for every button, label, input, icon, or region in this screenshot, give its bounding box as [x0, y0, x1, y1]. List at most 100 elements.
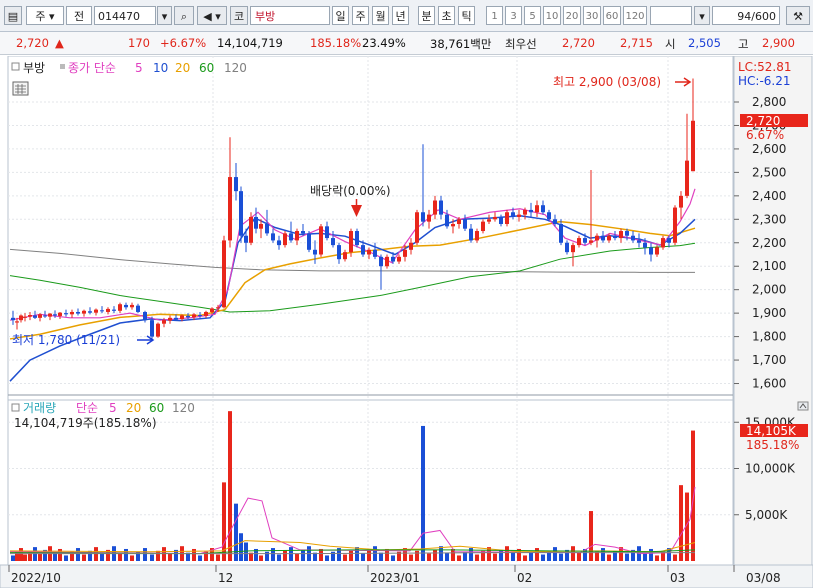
volume-bar — [168, 553, 172, 561]
candle-body — [493, 216, 497, 220]
legend-ma5: 5 — [135, 61, 143, 75]
market-select[interactable]: 주 ▾ — [26, 6, 64, 25]
screen-menu-icon[interactable]: ▤ — [4, 6, 22, 25]
code-dropdown-icon[interactable]: ▾ — [157, 6, 172, 25]
volume-legend-ma60: 60 — [149, 401, 164, 415]
candle-body — [58, 312, 62, 316]
candle-body — [301, 231, 305, 234]
tab-second[interactable]: 초 — [438, 6, 455, 25]
volume-bar — [457, 555, 461, 561]
blank-field[interactable] — [650, 6, 692, 25]
volume-bar — [571, 546, 575, 561]
candle-body — [106, 308, 110, 312]
candle-body — [583, 238, 587, 243]
amount: 38,761백만 — [430, 37, 492, 51]
interval-20[interactable]: 20 — [563, 6, 581, 25]
candle-body — [259, 223, 263, 229]
count-dropdown-icon[interactable]: ▾ — [694, 6, 710, 25]
current-volume-tag: 14,105K — [746, 424, 797, 438]
volume-bar — [577, 552, 581, 561]
volume-legend-ma120: 120 — [172, 401, 195, 415]
candle-body — [331, 238, 335, 246]
quote-bar: 2,720 ▲ 170 +6.67% 14,104,719 185.18% 23… — [0, 32, 813, 55]
tools-icon[interactable]: ⚒ — [786, 6, 810, 25]
volume-bar — [216, 554, 220, 561]
candle-body — [124, 304, 128, 308]
candle-body — [234, 177, 238, 192]
candle-body — [11, 317, 15, 321]
volume-bar — [150, 554, 154, 561]
whole-select-label: 전 — [73, 10, 85, 23]
volume-bar — [355, 547, 359, 561]
tab-minute[interactable]: 분 — [418, 6, 435, 25]
candle-body — [337, 245, 341, 260]
sound-icon[interactable]: ◀ ▾ — [197, 6, 227, 25]
volume-bar — [343, 554, 347, 561]
interval-1[interactable]: 1 — [486, 6, 503, 25]
code-input[interactable]: 014470 — [94, 6, 156, 25]
tab-tick[interactable]: 틱 — [458, 6, 475, 25]
stock-name: 부방 — [250, 6, 330, 25]
candle-body — [295, 231, 299, 241]
volume-bar — [325, 555, 329, 561]
candle-body — [15, 321, 19, 323]
volume-bar — [156, 550, 160, 561]
lc-label: LC:52.81 — [738, 60, 791, 74]
tab-yearly[interactable]: 년 — [392, 6, 409, 25]
whole-select[interactable]: 전 — [66, 6, 92, 25]
candle-body — [82, 310, 86, 314]
tab-monthly[interactable]: 월 — [372, 6, 389, 25]
candle-body — [38, 314, 42, 318]
volume-legend-name: 거래량 — [23, 401, 56, 415]
candle-body — [529, 209, 533, 213]
volume-bar — [607, 554, 611, 561]
tab-weekly[interactable]: 주 — [352, 6, 369, 25]
candle-body — [48, 313, 52, 317]
interval-5[interactable]: 5 — [524, 6, 541, 25]
interval-30[interactable]: 30 — [583, 6, 601, 25]
candle-body — [277, 240, 281, 246]
candle-body — [379, 256, 383, 267]
interval-10[interactable]: 10 — [543, 6, 561, 25]
current-price: 2,720 — [16, 36, 49, 50]
candle-body — [607, 235, 611, 241]
candle-body — [499, 216, 503, 224]
date-tick-label: 2023/01 — [370, 571, 420, 585]
candle-body — [547, 212, 551, 220]
count-field[interactable]: 94/600 — [712, 6, 780, 25]
turnover: 23.49% — [362, 36, 406, 50]
best-ask-label: 최우선 — [505, 37, 537, 51]
date-tick-label: 03/08 — [746, 571, 781, 585]
candle-body — [33, 315, 37, 318]
interval-60[interactable]: 60 — [603, 6, 621, 25]
candle-body — [643, 242, 647, 248]
interval-3[interactable]: 3 — [505, 6, 522, 25]
candle-body — [667, 238, 671, 243]
candle-body — [150, 320, 154, 337]
tab-daily[interactable]: 일 — [332, 6, 349, 25]
legend-ma10: 10 — [153, 61, 168, 75]
candle-body — [143, 311, 147, 321]
price-tick-label: 2,100 — [752, 259, 786, 273]
candle-body — [53, 314, 57, 316]
table-toggle-icon[interactable] — [12, 81, 29, 96]
interval-120[interactable]: 120 — [623, 6, 647, 25]
candle-body — [23, 316, 27, 318]
volume-bar — [421, 425, 425, 561]
candle-body — [76, 311, 80, 314]
candle-body — [192, 314, 196, 318]
volume-bar — [361, 553, 365, 561]
price-tick-label: 2,300 — [752, 212, 786, 226]
candle-body — [679, 195, 683, 208]
volume-tick-label: 5,000K — [745, 508, 788, 522]
volume-bar — [673, 554, 677, 561]
search-icon[interactable]: ⌕ — [174, 6, 194, 25]
candle-body — [475, 231, 479, 241]
candle-body — [349, 231, 353, 253]
candle-body — [535, 205, 539, 213]
candle-body — [70, 311, 74, 315]
candle-body — [559, 223, 563, 243]
volume-bar — [239, 533, 243, 561]
candle-body — [421, 212, 425, 222]
candle-body — [373, 249, 377, 257]
